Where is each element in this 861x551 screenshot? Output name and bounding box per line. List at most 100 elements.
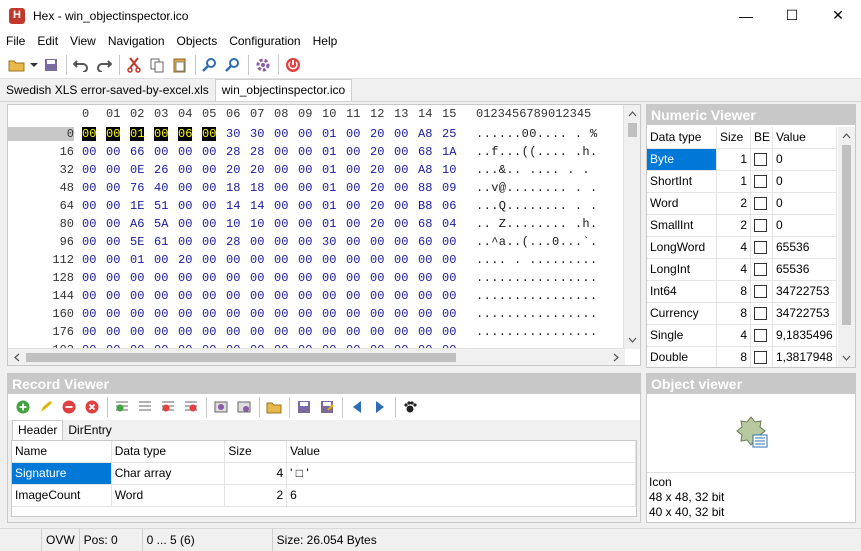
hex-byte[interactable]: 18 [250,181,264,195]
hex-byte[interactable]: 00 [298,199,312,213]
hex-byte[interactable]: 00 [178,145,192,159]
big-endian-checkbox[interactable] [754,351,767,364]
hex-byte[interactable]: 00 [250,271,264,285]
hex-byte[interactable]: 00 [82,181,96,195]
hex-byte[interactable]: 00 [82,217,96,231]
numeric-row[interactable]: ShortInt 1 0 [647,171,837,193]
maximize-button[interactable]: ☐ [769,0,815,31]
hex-byte[interactable]: 20 [370,127,384,141]
hex-byte[interactable]: 28 [226,145,240,159]
hex-byte[interactable]: 00 [106,163,120,177]
numeric-value-cell[interactable]: 65536 [773,259,837,280]
hex-row[interactable]: 128 00 00 00 00 00 00 00 00 00 00 00 00 00 00 00 00.....… [8,269,628,287]
hex-byte[interactable]: 10 [226,217,240,231]
hex-byte[interactable]: 01 [322,199,336,213]
hex-byte[interactable]: 00 [130,289,144,303]
big-endian-checkbox[interactable] [754,197,767,210]
hex-byte[interactable]: 00 [226,325,240,339]
hex-byte[interactable]: 00 [298,163,312,177]
hex-byte[interactable]: 00 [370,271,384,285]
hex-byte[interactable]: 00 [178,289,192,303]
hex-byte[interactable]: 00 [346,127,360,141]
hex-byte[interactable]: 00 [298,253,312,267]
hex-byte[interactable]: 30 [322,235,336,249]
hex-row[interactable]: 160 00 00 00 00 00 00 00 00 00 00 00 00 00 00 00 00.....… [8,305,628,323]
verify-icon[interactable] [233,396,255,418]
hex-byte[interactable]: 00 [202,253,216,267]
hex-byte[interactable]: 00 [82,199,96,213]
hex-byte[interactable]: 00 [370,289,384,303]
dropdown-arrow-icon[interactable] [29,54,39,76]
big-endian-checkbox[interactable] [754,175,767,188]
hex-byte[interactable]: 00 [346,253,360,267]
edit-pencil-icon[interactable] [35,396,57,418]
hex-byte[interactable]: 00 [178,271,192,285]
hex-byte[interactable]: 00 [250,289,264,303]
hex-byte[interactable]: 00 [346,325,360,339]
record-value-cell[interactable]: ' □ ' [287,463,636,484]
delete-icon[interactable] [81,396,103,418]
big-endian-checkbox[interactable] [754,307,767,320]
hex-byte[interactable]: 00 [178,199,192,213]
numeric-value-cell[interactable]: 34722753 [773,281,837,302]
hex-byte[interactable]: 61 [154,235,168,249]
hex-byte[interactable]: 00 [274,181,288,195]
hex-byte[interactable]: 1A [442,145,456,159]
hex-byte[interactable]: 00 [154,271,168,285]
hex-byte[interactable]: 00 [442,325,456,339]
numeric-type-cell[interactable]: Double [647,347,717,367]
hex-byte[interactable]: 00 [106,307,120,321]
hex-byte[interactable]: 00 [346,271,360,285]
hex-byte[interactable]: 00 [442,235,456,249]
hex-byte[interactable]: 51 [154,199,168,213]
big-endian-checkbox[interactable] [754,285,767,298]
numeric-row[interactable]: Currency 8 34722753 [647,303,837,325]
hex-byte[interactable]: 00 [226,307,240,321]
hex-byte[interactable]: 00 [370,325,384,339]
numeric-row[interactable]: Double 8 1,3817948 [647,347,837,367]
menu-edit[interactable]: Edit [31,34,64,48]
hex-byte[interactable]: 00 [298,289,312,303]
hex-byte[interactable]: 00 [178,235,192,249]
save-icon[interactable] [40,54,62,76]
numeric-value-cell[interactable]: 0 [773,149,837,170]
hex-byte[interactable]: 00 [418,289,432,303]
numeric-type-cell[interactable]: Word [647,193,717,214]
hex-byte[interactable]: 00 [106,289,120,303]
hex-byte[interactable]: 00 [394,145,408,159]
hex-byte[interactable]: 00 [346,181,360,195]
add-icon[interactable] [12,396,34,418]
numeric-row[interactable]: LongInt 4 65536 [647,259,837,281]
hex-byte[interactable]: 00 [154,289,168,303]
hex-byte[interactable]: 00 [322,253,336,267]
hex-ascii[interactable]: ......00.... . % [476,127,598,141]
hex-byte[interactable]: 00 [442,271,456,285]
hex-byte[interactable]: 00 [226,271,240,285]
find-next-icon[interactable] [222,54,244,76]
hex-byte[interactable]: 00 [298,127,312,141]
redo-icon[interactable] [93,54,115,76]
hex-byte[interactable]: 00 [394,163,408,177]
big-endian-checkbox[interactable] [754,241,767,254]
hex-byte[interactable]: 06 [178,127,193,141]
hex-ascii[interactable]: ..v@........ . . [476,181,598,195]
hex-byte[interactable]: 00 [322,307,336,321]
hex-byte[interactable]: 09 [442,181,456,195]
hex-byte[interactable]: 00 [274,271,288,285]
hex-byte[interactable]: 00 [82,289,96,303]
hex-byte[interactable]: 00 [370,307,384,321]
record-name-cell[interactable]: ImageCount [12,485,112,506]
hex-byte[interactable]: 00 [202,325,216,339]
hex-byte[interactable]: 00 [346,163,360,177]
hex-byte[interactable]: 00 [202,217,216,231]
hex-byte[interactable]: 00 [370,253,384,267]
hex-byte[interactable]: 68 [418,145,432,159]
hex-byte[interactable]: 00 [394,325,408,339]
hex-ascii[interactable]: ................ [476,271,598,285]
hex-byte[interactable]: 00 [178,181,192,195]
hex-byte[interactable]: 00 [106,253,120,267]
hex-row[interactable]: 96 00 00 5E 61 00 00 28 00 00 00 30 00 00 00 60 00 ..^a..… [8,233,628,251]
tab-header[interactable]: Header [12,420,64,440]
hex-byte[interactable]: 00 [346,145,360,159]
hex-byte[interactable]: 00 [298,235,312,249]
